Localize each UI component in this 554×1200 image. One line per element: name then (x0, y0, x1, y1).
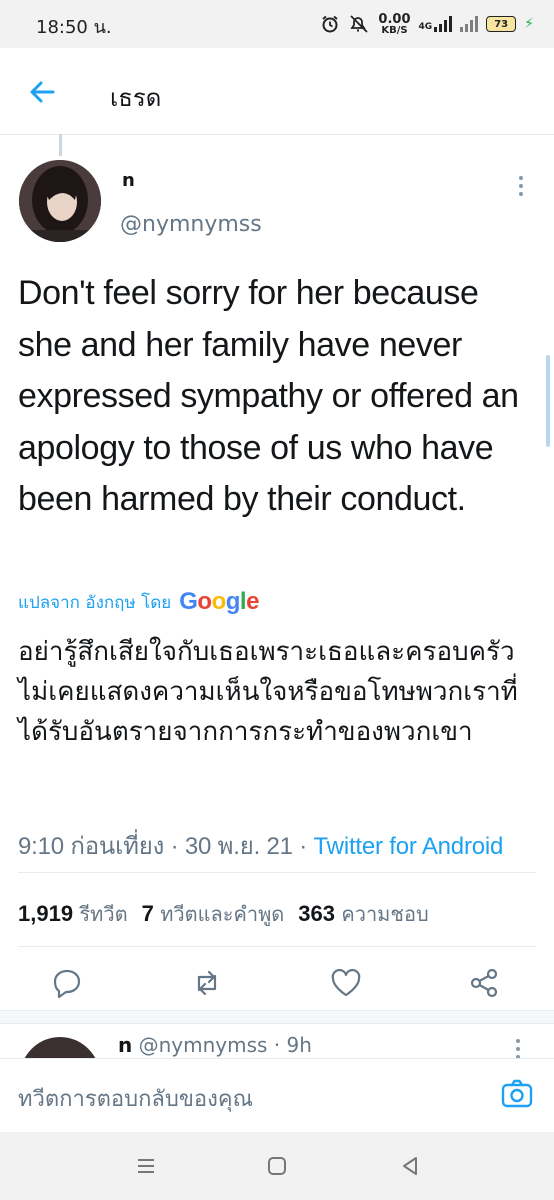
tweet-stats: 1,919 รีทวีต 7 ทวีตและคำพูด 363 ความชอบ (18, 898, 429, 930)
status-bar: 18:50 น. 0.00 KB/S 4G 73 ⚡ (0, 0, 554, 48)
retweet-icon[interactable] (190, 966, 224, 1000)
divider (18, 946, 536, 947)
reply-composer[interactable]: ทวีตการตอบกลับของคุณ (0, 1058, 554, 1133)
nav-menu-icon[interactable] (134, 1154, 158, 1178)
tweet-timestamp: 9:10 ก่อนเที่ยง · 30 พ.ย. 21 · (18, 833, 314, 860)
likes-stat[interactable]: 363 ความชอบ (298, 898, 428, 930)
nav-back-icon[interactable] (398, 1154, 422, 1178)
status-icons: 0.00 KB/S 4G 73 ⚡ (320, 10, 534, 38)
tweet-source[interactable]: Twitter for Android (314, 833, 504, 860)
google-letter: e (246, 588, 259, 615)
divider (18, 872, 536, 873)
tweet-meta: 9:10 ก่อนเที่ยง · 30 พ.ย. 21 · Twitter f… (18, 826, 503, 865)
google-letter: o (197, 588, 212, 615)
signal-sim1: 4G (419, 16, 453, 32)
page-title: เธรด (110, 84, 162, 112)
google-logo: Google (179, 588, 259, 616)
reply-header: n @nymnymss · 9h (118, 1033, 312, 1057)
nav-home-icon[interactable] (265, 1154, 289, 1178)
alarm-icon (322, 15, 339, 33)
quotes-stat[interactable]: 7 ทวีตและคำพูด (142, 898, 285, 930)
google-letter: G (179, 588, 198, 615)
top-bar: เธรด (0, 48, 554, 135)
google-letter: g (225, 588, 241, 615)
reply-avatar[interactable] (20, 1037, 100, 1058)
like-icon[interactable] (329, 966, 363, 1000)
avatar[interactable] (19, 160, 101, 242)
author-handle[interactable]: @nymnymss (120, 212, 262, 237)
back-arrow-icon[interactable] (28, 78, 56, 106)
status-time: 18:50 น. (36, 17, 112, 38)
camera-icon[interactable] (500, 1077, 534, 1111)
google-letter: o (211, 588, 227, 615)
retweets-stat[interactable]: 1,919 รีทวีต (18, 898, 128, 930)
net-speed: 0.00 KB/S (378, 11, 411, 36)
avatar-image (19, 160, 101, 242)
system-nav-bar (0, 1132, 554, 1200)
reply-input[interactable]: ทวีตการตอบกลับของคุณ (18, 1081, 253, 1116)
thread-separator (0, 1010, 554, 1024)
share-icon[interactable] (467, 966, 501, 1000)
tweet-text: Don't feel sorry for her because she and… (18, 274, 519, 518)
scroll-indicator (546, 355, 550, 447)
translated-from-label: แปลจาก อังกฤษ โดย (18, 592, 172, 613)
more-vert-icon[interactable] (516, 1039, 520, 1058)
reply-preview[interactable]: n @nymnymss · 9h (0, 1023, 554, 1058)
author-name[interactable]: n (122, 170, 135, 191)
battery-icon: 73 (486, 16, 517, 32)
charging-icon: ⚡ (524, 16, 534, 32)
signal-sim2 (460, 16, 479, 32)
translation-attribution: แปลจาก อังกฤษ โดย Google (18, 586, 259, 618)
tweet-actions (0, 960, 554, 1010)
reply-icon[interactable] (50, 966, 84, 1000)
thread-connector (59, 134, 62, 156)
translated-text: อย่ารู้สึกเสียใจกับเธอเพราะเธอและครอบครั… (18, 637, 518, 747)
more-vert-icon[interactable] (516, 176, 526, 200)
mute-icon (350, 15, 369, 33)
